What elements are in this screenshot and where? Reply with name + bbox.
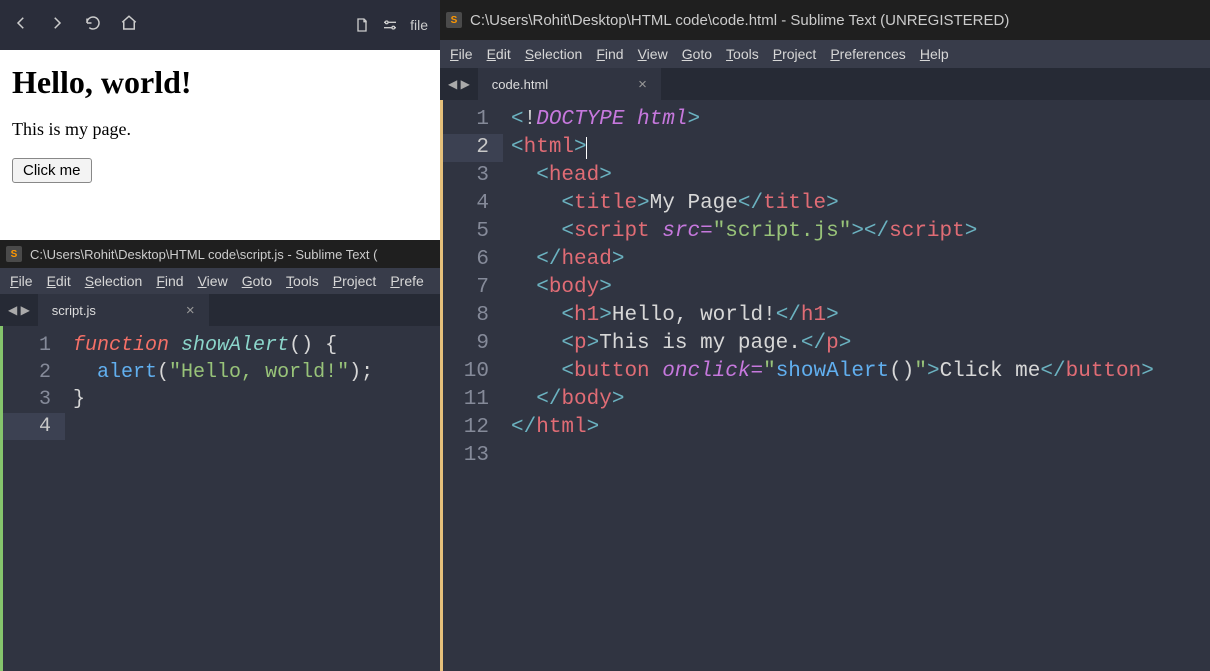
gutter: 1234 <box>3 326 65 671</box>
line-number: 8 <box>443 302 489 330</box>
line-number: 12 <box>443 414 489 442</box>
tab-bar: ◀ ▶ code.html × <box>440 68 1210 100</box>
menu-file[interactable]: File <box>444 44 479 64</box>
menu-goto[interactable]: Goto <box>236 271 278 291</box>
line-number: 1 <box>3 332 51 359</box>
code-line: <script src="script.js"></script> <box>511 218 1210 246</box>
sublime-window-codehtml: S C:\Users\Rohit\Desktop\HTML code\code.… <box>440 0 1210 671</box>
menu-help[interactable]: Help <box>914 44 955 64</box>
code-area[interactable]: function showAlert() { alert("Hello, wor… <box>65 326 440 671</box>
line-number: 6 <box>443 246 489 274</box>
code-line: <p>This is my page.</p> <box>511 330 1210 358</box>
menu-project[interactable]: Project <box>327 271 383 291</box>
tab-bar: ◀ ▶ script.js × <box>0 294 440 326</box>
browser-window: file Hello, world! This is my page. Clic… <box>0 0 440 240</box>
line-number: 1 <box>443 106 489 134</box>
code-line <box>73 413 440 440</box>
code-line: <title>My Page</title> <box>511 190 1210 218</box>
menu-find[interactable]: Find <box>590 44 629 64</box>
code-editor[interactable]: 12345678910111213 <!DOCTYPE html><html> … <box>440 100 1210 671</box>
line-number: 9 <box>443 330 489 358</box>
close-icon[interactable]: × <box>638 76 647 93</box>
code-line: alert("Hello, world!"); <box>73 359 440 386</box>
tab-nav[interactable]: ◀ ▶ <box>0 294 38 326</box>
reload-button[interactable] <box>84 14 102 37</box>
browser-toolbar: file <box>0 0 440 50</box>
code-line <box>511 442 1210 470</box>
code-line: </html> <box>511 414 1210 442</box>
window-title: C:\Users\Rohit\Desktop\HTML code\code.ht… <box>470 12 1009 29</box>
page-viewport: Hello, world! This is my page. Click me <box>0 50 440 240</box>
page-icon <box>354 17 370 33</box>
code-line: </head> <box>511 246 1210 274</box>
home-button[interactable] <box>120 14 138 37</box>
line-number: 4 <box>3 413 65 440</box>
code-line: <body> <box>511 274 1210 302</box>
line-number: 2 <box>443 134 503 162</box>
menu-bar: FileEditSelectionFindViewGotoToolsProjec… <box>440 40 1210 68</box>
url-text: file <box>410 17 428 33</box>
menu-project[interactable]: Project <box>767 44 823 64</box>
settings-icon <box>382 17 398 33</box>
page-paragraph: This is my page. <box>12 119 428 140</box>
sublime-icon: S <box>446 12 462 28</box>
tab-scriptjs[interactable]: script.js × <box>38 294 209 326</box>
line-number: 5 <box>443 218 489 246</box>
line-number: 13 <box>443 442 489 470</box>
menu-goto[interactable]: Goto <box>676 44 718 64</box>
line-number: 4 <box>443 190 489 218</box>
menu-edit[interactable]: Edit <box>481 44 517 64</box>
code-area[interactable]: <!DOCTYPE html><html> <head> <title>My P… <box>503 100 1210 671</box>
code-line: <button onclick="showAlert()">Click me</… <box>511 358 1210 386</box>
menu-prefe[interactable]: Prefe <box>384 271 429 291</box>
line-number: 7 <box>443 274 489 302</box>
code-editor[interactable]: 1234 function showAlert() { alert("Hello… <box>0 326 440 671</box>
tab-label: code.html <box>492 77 548 92</box>
code-line: <head> <box>511 162 1210 190</box>
code-line: <h1>Hello, world!</h1> <box>511 302 1210 330</box>
line-number: 11 <box>443 386 489 414</box>
page-heading: Hello, world! <box>12 64 428 101</box>
menu-file[interactable]: File <box>4 271 39 291</box>
code-line: <!DOCTYPE html> <box>511 106 1210 134</box>
menu-selection[interactable]: Selection <box>519 44 589 64</box>
sublime-icon: S <box>6 246 22 262</box>
sublime-window-scriptjs: S C:\Users\Rohit\Desktop\HTML code\scrip… <box>0 240 440 671</box>
tab-codehtml[interactable]: code.html × <box>478 68 661 100</box>
window-titlebar[interactable]: S C:\Users\Rohit\Desktop\HTML code\code.… <box>440 0 1210 40</box>
line-number: 3 <box>443 162 489 190</box>
gutter: 12345678910111213 <box>443 100 503 671</box>
menu-preferences[interactable]: Preferences <box>824 44 912 64</box>
menu-bar: FileEditSelectionFindViewGotoToolsProjec… <box>0 268 440 294</box>
line-number: 10 <box>443 358 489 386</box>
tab-nav[interactable]: ◀ ▶ <box>440 68 478 100</box>
menu-edit[interactable]: Edit <box>41 271 77 291</box>
code-line: } <box>73 386 440 413</box>
code-line: function showAlert() { <box>73 332 440 359</box>
menu-find[interactable]: Find <box>150 271 189 291</box>
menu-view[interactable]: View <box>192 271 234 291</box>
tab-label: script.js <box>52 303 96 318</box>
close-icon[interactable]: × <box>186 302 195 319</box>
menu-selection[interactable]: Selection <box>79 271 149 291</box>
forward-button[interactable] <box>48 14 66 37</box>
code-line: <html> <box>511 134 1210 162</box>
window-title: C:\Users\Rohit\Desktop\HTML code\script.… <box>30 247 378 262</box>
window-titlebar[interactable]: S C:\Users\Rohit\Desktop\HTML code\scrip… <box>0 240 440 268</box>
page-button[interactable]: Click me <box>12 158 92 183</box>
menu-view[interactable]: View <box>632 44 674 64</box>
code-line: </body> <box>511 386 1210 414</box>
back-button[interactable] <box>12 14 30 37</box>
address-bar[interactable]: file <box>354 17 428 33</box>
line-number: 2 <box>3 359 51 386</box>
line-number: 3 <box>3 386 51 413</box>
menu-tools[interactable]: Tools <box>280 271 325 291</box>
menu-tools[interactable]: Tools <box>720 44 765 64</box>
